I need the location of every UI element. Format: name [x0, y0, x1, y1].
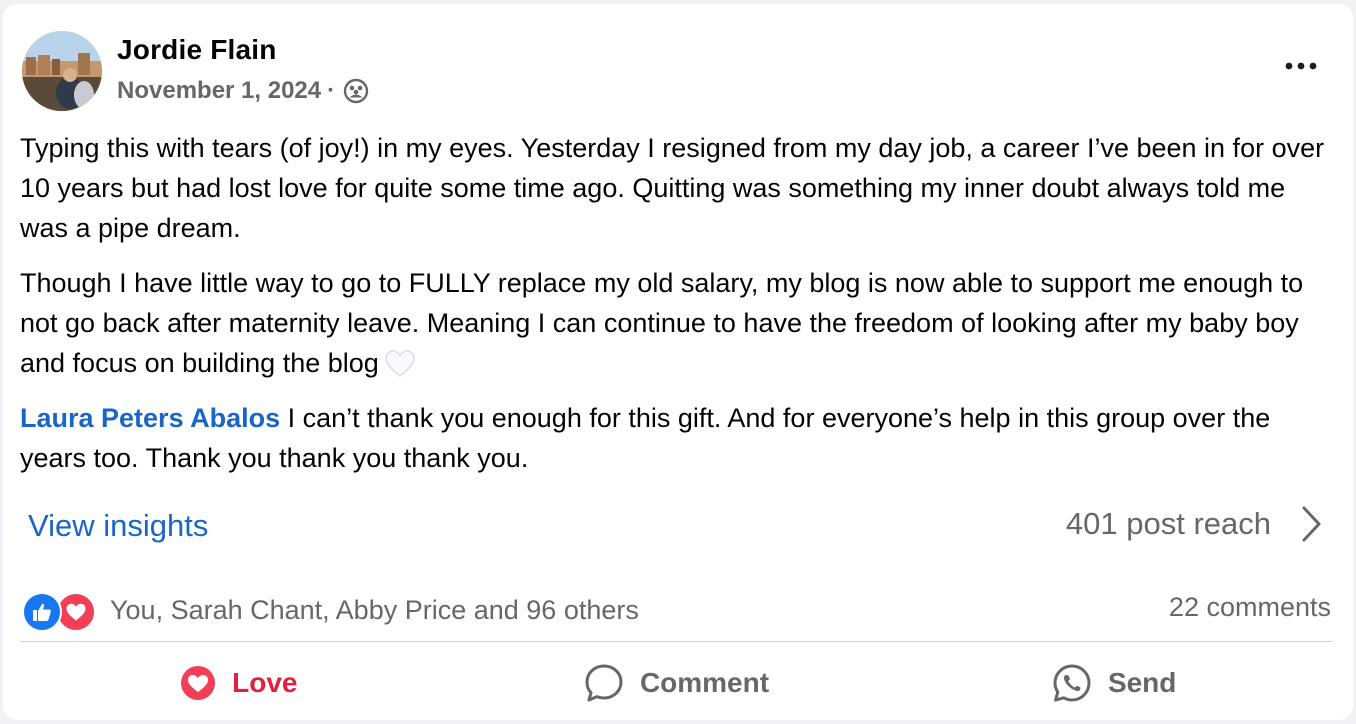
- post-date[interactable]: November 1, 2024: [117, 77, 321, 105]
- love-button[interactable]: Love: [20, 649, 458, 717]
- send-button-label: Send: [1107, 667, 1177, 698]
- post-reach-button[interactable]: 401 post reach: [1066, 504, 1325, 544]
- mention-link[interactable]: Laura Peters Abalos: [20, 403, 280, 433]
- reaction-icons: [22, 590, 106, 632]
- more-options-icon[interactable]: [1281, 54, 1321, 78]
- whatsapp-icon: [1053, 664, 1091, 702]
- post-reach-label: 401 post reach: [1065, 506, 1271, 541]
- group-icon: [343, 78, 369, 104]
- view-insights-link[interactable]: View insights: [28, 508, 208, 544]
- author-name[interactable]: Jordie Flain: [117, 34, 277, 66]
- divider: [20, 641, 1333, 642]
- love-icon: [56, 592, 96, 632]
- comment-button[interactable]: Comment: [458, 649, 896, 717]
- like-icon: [22, 592, 62, 632]
- white-heart-icon: [385, 349, 415, 377]
- send-button[interactable]: Send: [895, 649, 1333, 717]
- meta-separator: ·: [327, 77, 336, 104]
- chevron-right-icon: [1302, 506, 1321, 542]
- reactions-summary[interactable]: You, Sarah Chant, Abby Price and 96 othe…: [22, 590, 639, 632]
- love-icon: [181, 666, 216, 700]
- post-card: Jordie Flain November 1, 2024 · Typing t…: [3, 4, 1353, 720]
- post-body: Typing this with tears (of joy!) in my e…: [20, 128, 1340, 493]
- post-paragraph-2: Though I have little way to go to FULLY …: [20, 263, 1340, 383]
- post-paragraph-1: Typing this with tears (of joy!) in my e…: [20, 133, 1325, 243]
- post-paragraph-3: Laura Peters Abalos I can’t thank you en…: [20, 398, 1340, 478]
- comment-icon: [585, 664, 623, 702]
- action-bar: Love Comment Send: [20, 649, 1333, 717]
- love-button-label: Love: [232, 667, 298, 698]
- comments-count[interactable]: 22 comments: [1169, 592, 1331, 623]
- reactions-summary-text: You, Sarah Chant, Abby Price and 96 othe…: [110, 594, 639, 625]
- post-paragraph-2-text: Though I have little way to go to FULLY …: [20, 268, 1304, 378]
- author-avatar[interactable]: [22, 31, 102, 111]
- post-meta: November 1, 2024 ·: [117, 77, 369, 105]
- comment-button-label: Comment: [639, 667, 770, 698]
